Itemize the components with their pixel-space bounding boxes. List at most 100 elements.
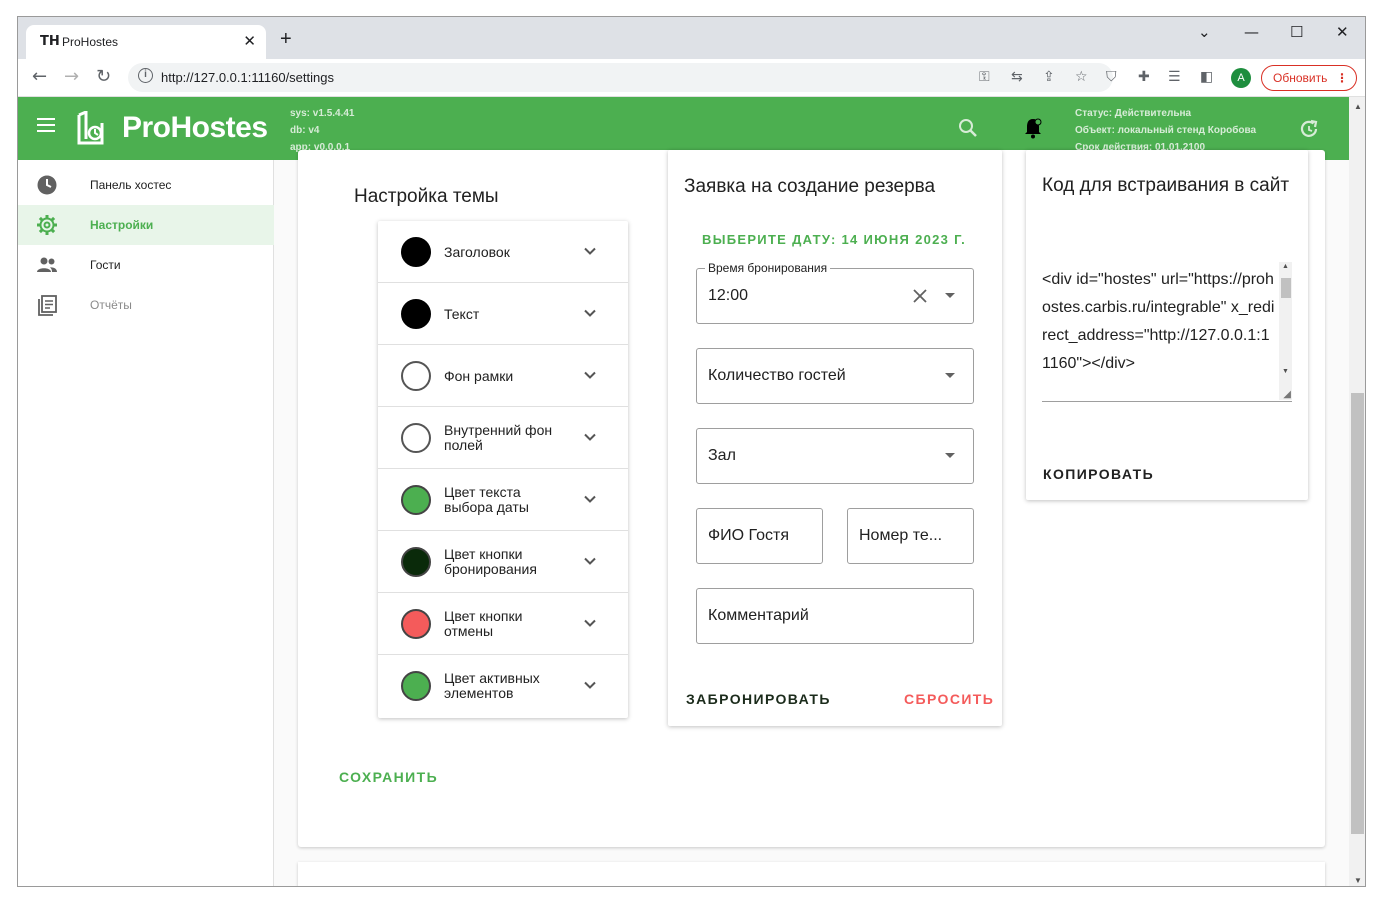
theme-item-label: Цвет кнопки бронирования <box>444 546 537 577</box>
settings-card: Настройка темы Заголовок Текст Фон рамки <box>298 150 1325 847</box>
resize-grip-icon[interactable]: ◢ <box>1283 389 1291 400</box>
back-icon[interactable]: ← <box>32 66 47 87</box>
sidebar-item-reports[interactable]: Отчёты <box>18 285 274 325</box>
time-select[interactable]: Время бронирования 12:00 <box>696 261 974 324</box>
address-bar[interactable]: i http://127.0.0.1:11160/settings ⚿ ⇆ ⇪ … <box>128 63 1113 92</box>
clear-icon[interactable] <box>912 288 928 304</box>
key-icon[interactable]: ⚿ <box>979 69 990 85</box>
tab-title: ProHostes <box>62 35 119 49</box>
new-tab-icon[interactable]: + <box>280 28 292 51</box>
comment-field[interactable]: Комментарий <box>696 588 974 644</box>
chevron-down-icon[interactable] <box>583 492 597 506</box>
gear-icon <box>37 215 57 235</box>
chevron-down-icon[interactable] <box>583 554 597 568</box>
shield-extension-icon[interactable]: ⛉ <box>1106 69 1117 85</box>
guests-count-select[interactable]: Количество гостей <box>696 348 974 404</box>
update-button[interactable]: Обновить ⋮ <box>1261 65 1357 91</box>
sidebar: Панель хостес Настройки Гости Отчёты <box>18 160 274 886</box>
maximize-icon[interactable]: ☐ <box>1290 23 1303 41</box>
menu-icon[interactable] <box>37 118 55 132</box>
chevron-down-icon[interactable] <box>583 678 597 692</box>
dropdown-arrow-icon[interactable] <box>945 293 955 298</box>
theme-item-date-text[interactable]: Цвет текста выбора даты <box>378 469 628 531</box>
chevron-down-icon[interactable] <box>583 616 597 630</box>
scroll-down-icon[interactable]: ▼ <box>1282 368 1289 375</box>
bell-icon[interactable] <box>1022 117 1044 139</box>
browser-tab[interactable]: TH ProHostes ✕ <box>26 25 266 59</box>
guests-placeholder: Количество гостей <box>708 367 846 384</box>
profile-avatar[interactable]: A <box>1231 68 1251 88</box>
color-swatch <box>401 485 431 515</box>
translate-icon[interactable]: ⇆ <box>1011 69 1023 85</box>
report-icon <box>38 295 57 316</box>
theme-item-label: Заголовок <box>444 244 510 260</box>
theme-item-label: Внутренний фон полей <box>444 422 553 453</box>
scroll-up-icon[interactable]: ▲ <box>1282 263 1289 270</box>
favicon-icon: TH <box>40 34 60 49</box>
theme-item-header[interactable]: Заголовок <box>378 221 628 283</box>
kebab-menu-icon[interactable]: ⋮ <box>1336 66 1348 90</box>
minimize-icon[interactable]: — <box>1244 23 1259 41</box>
forward-icon[interactable]: → <box>64 66 79 87</box>
theme-item-book-button[interactable]: Цвет кнопки бронирования <box>378 531 628 593</box>
textarea-scrollbar[interactable]: ▲ ▼ <box>1279 262 1292 400</box>
theme-item-active-elements[interactable]: Цвет активных элементов <box>378 655 628 717</box>
extensions-puzzle-icon[interactable]: ✚ <box>1138 69 1150 85</box>
embed-code-card: Код для встраивания в сайт <div id="host… <box>1026 150 1308 500</box>
logo-icon <box>77 111 104 145</box>
status-line: Статус: Действительна <box>1075 108 1192 119</box>
embed-code-textarea[interactable]: <div id="hostes" url="https://prohostes.… <box>1042 262 1292 402</box>
site-info-icon[interactable]: i <box>138 68 153 83</box>
media-queue-icon[interactable]: ☰ <box>1168 69 1181 85</box>
reset-button[interactable]: СБРОСИТЬ <box>904 691 994 707</box>
phone-field[interactable]: Номер те... <box>847 508 974 564</box>
share-icon[interactable]: ⇪ <box>1043 69 1055 85</box>
save-button[interactable]: СОХРАНИТЬ <box>339 769 438 785</box>
theme-item-frame-bg[interactable]: Фон рамки <box>378 345 628 407</box>
tab-search-icon[interactable]: ⌄ <box>1198 23 1211 41</box>
scroll-down-icon[interactable]: ▼ <box>1354 876 1362 885</box>
color-swatch <box>401 299 431 329</box>
guest-name-field[interactable]: ФИО Гостя <box>696 508 823 564</box>
sidebar-item-hostess-panel[interactable]: Панель хостес <box>18 165 274 205</box>
theme-section-title: Настройка темы <box>354 186 499 207</box>
object-line: Объект: локальный стенд Коробова <box>1075 125 1257 136</box>
scrollbar-thumb[interactable] <box>1351 393 1364 834</box>
dropdown-arrow-icon[interactable] <box>945 453 955 458</box>
chevron-down-icon[interactable] <box>583 306 597 320</box>
tab-strip: TH ProHostes ✕ + ⌄ — ☐ ✕ <box>18 17 1365 59</box>
time-value: 12:00 <box>708 287 749 304</box>
refresh-icon[interactable] <box>1298 118 1320 140</box>
chevron-down-icon[interactable] <box>583 430 597 444</box>
sidebar-item-guests[interactable]: Гости <box>18 245 274 285</box>
embed-code-text[interactable]: <div id="hostes" url="https://prohostes.… <box>1042 266 1276 378</box>
search-icon[interactable] <box>958 118 978 138</box>
url-text[interactable]: http://127.0.0.1:11160/settings <box>161 70 334 85</box>
chevron-down-icon[interactable] <box>583 244 597 258</box>
theme-item-cancel-button[interactable]: Цвет кнопки отмены <box>378 593 628 655</box>
dropdown-arrow-icon[interactable] <box>945 373 955 378</box>
close-window-icon[interactable]: ✕ <box>1336 23 1349 41</box>
theme-item-label: Фон рамки <box>444 368 514 384</box>
sidebar-item-settings[interactable]: Настройки <box>18 205 274 245</box>
booking-preview-card: Заявка на создание резерва ВЫБЕРИТЕ ДАТУ… <box>668 150 1002 726</box>
reload-icon[interactable]: ↻ <box>96 66 111 87</box>
hall-select[interactable]: Зал <box>696 428 974 484</box>
page-scrollbar[interactable]: ▲ ▼ <box>1349 97 1365 886</box>
tab-close-icon[interactable]: ✕ <box>243 32 256 50</box>
copy-button[interactable]: КОПИРОВАТЬ <box>1043 466 1154 482</box>
sidebar-item-label: Настройки <box>90 218 154 232</box>
scroll-up-icon[interactable]: ▲ <box>1354 102 1362 111</box>
side-panel-icon[interactable]: ◧ <box>1200 69 1213 85</box>
book-button[interactable]: ЗАБРОНИРОВАТЬ <box>686 691 831 707</box>
version-info: sys: v1.5.4.41 db: v4 app: v0.0.0.1 <box>290 105 355 156</box>
textarea-scroll-thumb[interactable] <box>1281 278 1291 298</box>
chevron-down-icon[interactable] <box>583 368 597 382</box>
db-version: db: v4 <box>290 125 320 136</box>
theme-item-field-bg[interactable]: Внутренний фон полей <box>378 407 628 469</box>
date-picker-label[interactable]: ВЫБЕРИТЕ ДАТУ: 14 ИЮНЯ 2023 Г. <box>702 232 966 247</box>
sidebar-item-label: Отчёты <box>90 298 132 312</box>
bookmark-star-icon[interactable]: ☆ <box>1075 69 1088 85</box>
theme-item-label: Цвет текста выбора даты <box>444 484 529 515</box>
theme-item-text[interactable]: Текст <box>378 283 628 345</box>
